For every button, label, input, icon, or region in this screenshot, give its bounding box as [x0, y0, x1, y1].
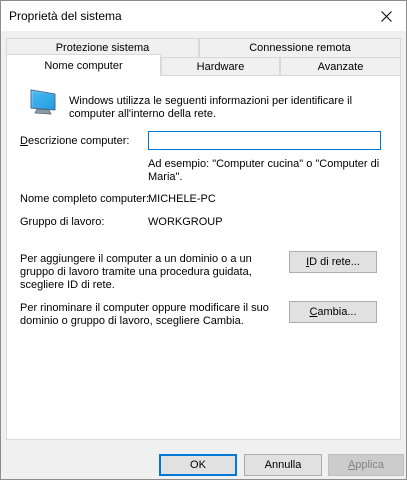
tab-hardware[interactable]: Hardware — [161, 57, 280, 76]
system-properties-dialog: Proprietà del sistema Protezione sistema… — [0, 0, 407, 480]
tab-label: Avanzate — [317, 61, 364, 73]
tab-label: Nome computer — [44, 59, 123, 72]
intro-text-line2: computer all'interno della rete. — [69, 108, 217, 120]
network-id-button[interactable]: ID di rete... — [289, 251, 377, 273]
tab-nome-computer[interactable]: Nome computer — [6, 54, 161, 76]
close-icon — [380, 10, 392, 22]
rename-text-line1: Per rinominare il computer oppure modifi… — [20, 302, 269, 314]
tab-panel-nome-computer: Windows utilizza le seguenti informazion… — [6, 75, 401, 440]
description-label: Descrizione computer: — [20, 135, 130, 147]
change-button-label: Cambia... — [309, 306, 357, 318]
close-button[interactable] — [366, 1, 406, 31]
tab-label: Hardware — [196, 61, 245, 73]
example-text-line1: Ad esempio: "Computer cucina" o "Compute… — [148, 158, 380, 170]
tab-label: Protezione sistema — [55, 42, 150, 54]
full-name-label: Nome completo computer: — [20, 193, 149, 205]
window-title: Proprietà del sistema — [9, 9, 122, 23]
computer-monitor-icon — [30, 89, 56, 115]
title-bar: Proprietà del sistema — [1, 1, 406, 31]
network-id-text-line2: gruppo di lavoro tramite una procedura g… — [20, 266, 252, 278]
example-text-line2: Maria". — [148, 171, 183, 183]
tab-connessione-remota[interactable]: Connessione remota — [199, 38, 401, 57]
tab-label: Connessione remota — [249, 42, 351, 54]
computer-description-input[interactable] — [148, 131, 381, 150]
network-id-text-line1: Per aggiungere il computer a un dominio … — [20, 253, 252, 265]
network-id-text-line3: scegliere ID di rete. — [20, 279, 115, 291]
ok-button[interactable]: OK — [159, 454, 237, 476]
network-id-button-label: ID di rete... — [306, 256, 360, 268]
cancel-button[interactable]: Annulla — [244, 454, 322, 476]
apply-button-label: Applica — [347, 459, 385, 471]
apply-button[interactable]: Applica — [328, 454, 404, 476]
cancel-button-label: Annulla — [264, 459, 302, 471]
rename-text-line2: dominio o gruppo di lavoro, scegliere Ca… — [20, 315, 244, 327]
workgroup-label: Gruppo di lavoro: — [20, 216, 105, 228]
intro-text-line1: Windows utilizza le seguenti informazion… — [69, 95, 353, 107]
tab-avanzate[interactable]: Avanzate — [280, 57, 401, 76]
change-button[interactable]: Cambia... — [289, 301, 377, 323]
full-name-value: MICHELE-PC — [148, 193, 216, 205]
workgroup-value: WORKGROUP — [148, 216, 223, 228]
ok-button-label: OK — [190, 459, 206, 471]
